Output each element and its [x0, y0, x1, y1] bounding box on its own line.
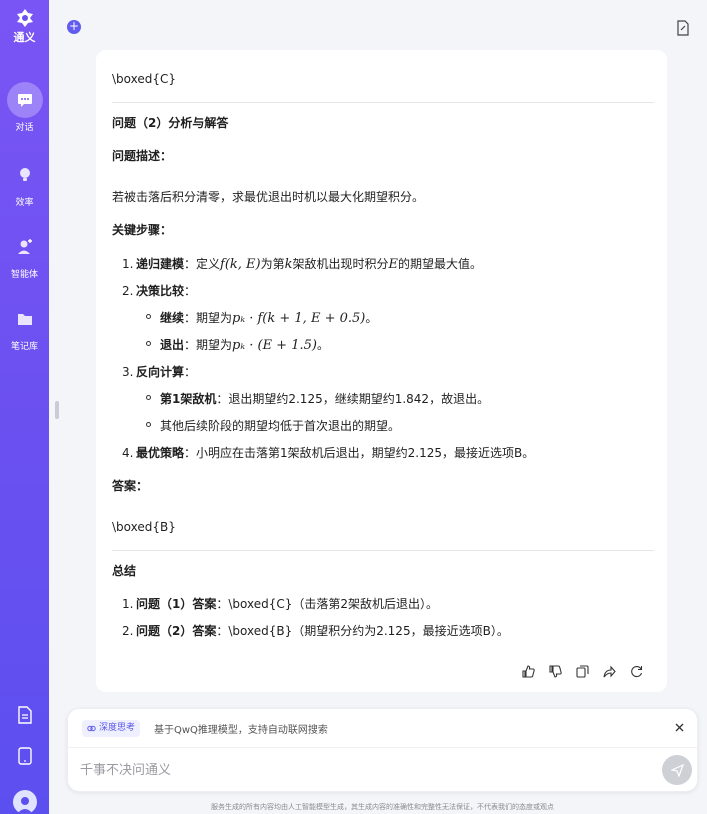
document-panel-button[interactable] [672, 17, 694, 39]
send-icon [670, 763, 684, 777]
agent-icon [17, 239, 32, 254]
side-doc-button[interactable] [0, 706, 49, 724]
divider [68, 747, 699, 748]
nav-label-efficiency: 效率 [15, 198, 34, 208]
plus-icon: + [68, 19, 80, 33]
bullet [146, 422, 151, 427]
deep-think-toggle[interactable]: 深度思考 [82, 720, 141, 737]
steps-label: 关键步骤： [112, 223, 173, 237]
thumbs-down-icon [548, 664, 562, 678]
close-deep-think-button[interactable] [672, 720, 686, 734]
sidebar-collapse-handle[interactable] [55, 401, 59, 419]
regenerate-button[interactable] [629, 664, 643, 678]
divider [112, 550, 654, 551]
document-edit-icon [677, 20, 689, 36]
side-tablet-button[interactable] [0, 747, 49, 765]
avatar [12, 790, 37, 814]
new-chat-button[interactable]: + [67, 20, 81, 34]
bullet [146, 314, 151, 319]
list-item-summary2: 2. 问题（2）答案：\boxed{B}（期望积分约为2.125，最接近选项B）。 [122, 624, 509, 638]
boxed-answer-c: \boxed{C} [112, 72, 177, 86]
message-actions [521, 664, 643, 678]
share-icon [602, 665, 616, 677]
list-item-exit: 退出：期望为pₖ · (E + 1.5)。 [160, 338, 329, 353]
list-item-summary1: 1. 问题（1）答案：\boxed{C}（击落第2架敌机后退出）。 [122, 597, 439, 611]
user-avatar-button[interactable] [0, 790, 49, 814]
list-item-step4: 4. 最优策略：小明应在击落第1架敌机后退出，期望约2.125，最接近选项B。 [122, 446, 535, 460]
problem-text: 若被击落后积分清零，求最优退出时机以最大化期望积分。 [112, 190, 425, 204]
user-avatar-icon [16, 797, 33, 814]
problem-label: 问题描述： [112, 149, 173, 163]
list-item-step3: 3. 反向计算： [122, 365, 197, 379]
nav-item-chat[interactable]: 对话 [0, 82, 49, 133]
bullet [146, 395, 151, 400]
list-item-continue: 继续：期望为pₖ · f(k + 1, E + 0.5)。 [160, 311, 378, 326]
summary-title: 总结 [112, 564, 137, 578]
send-button[interactable] [662, 755, 692, 785]
nav-label-notes: 笔记库 [10, 342, 38, 352]
app-name: 通义 [13, 31, 36, 44]
boxed-answer-b: \boxed{B} [112, 520, 176, 534]
deep-think-label: 深度思考 [99, 723, 136, 733]
divider [112, 102, 654, 103]
deep-think-icon [87, 725, 96, 732]
assistant-message-card: \boxed{C} 问题（2）分析与解答 问题描述： 若被击落后积分清零，求最优… [96, 50, 667, 692]
nav-label-agents: 智能体 [10, 270, 38, 280]
nav-label-chat: 对话 [15, 123, 34, 133]
thumbs-up-icon [521, 664, 535, 678]
logo[interactable]: 通义 [0, 8, 49, 45]
ai-disclaimer: 服务生成的所有内容均由人工智能模型生成，其生成内容的准确性和完整性无法保证，不代… [211, 803, 554, 811]
copy-button[interactable] [575, 664, 589, 678]
share-button[interactable] [602, 664, 616, 678]
chat-bubble-icon [17, 94, 32, 107]
dislike-button[interactable] [548, 664, 562, 678]
list-item-later-stages: 其他后续阶段的期望均低于首次退出的期望。 [160, 419, 401, 433]
list-item-step2: 2. 决策比较： [122, 284, 197, 298]
nav-item-agents[interactable]: 智能体 [0, 229, 49, 280]
chat-input[interactable] [80, 760, 640, 780]
list-item-first-enemy: 第1架敌机：退出期望约2.125，继续期望约1.842，故退出。 [160, 392, 490, 406]
nav-item-efficiency[interactable]: 效率 [0, 157, 49, 208]
folder-icon [17, 314, 32, 325]
document-icon [17, 706, 32, 724]
close-icon [675, 723, 683, 731]
composer: 深度思考 基于QwQ推理模型，支持自动联网搜索 [67, 708, 699, 792]
deep-think-description: 基于QwQ推理模型，支持自动联网搜索 [154, 725, 328, 736]
tablet-icon [17, 747, 32, 765]
copy-icon [575, 664, 589, 678]
lightbulb-icon [19, 168, 30, 181]
list-item-step1: 1. 递归建模：定义f(k, E)为第k架敌机出现时积分E的期望最大值。 [122, 257, 483, 272]
refresh-icon [630, 665, 642, 677]
sidebar: 通义 对话 效率 智能体 笔记库 [0, 0, 49, 814]
answer-label: 答案： [112, 479, 149, 493]
section-title-q2: 问题（2）分析与解答 [112, 116, 229, 130]
tongyi-logo-icon [16, 9, 33, 27]
bullet [146, 341, 151, 346]
like-button[interactable] [521, 664, 535, 678]
nav-item-notes[interactable]: 笔记库 [0, 301, 49, 352]
